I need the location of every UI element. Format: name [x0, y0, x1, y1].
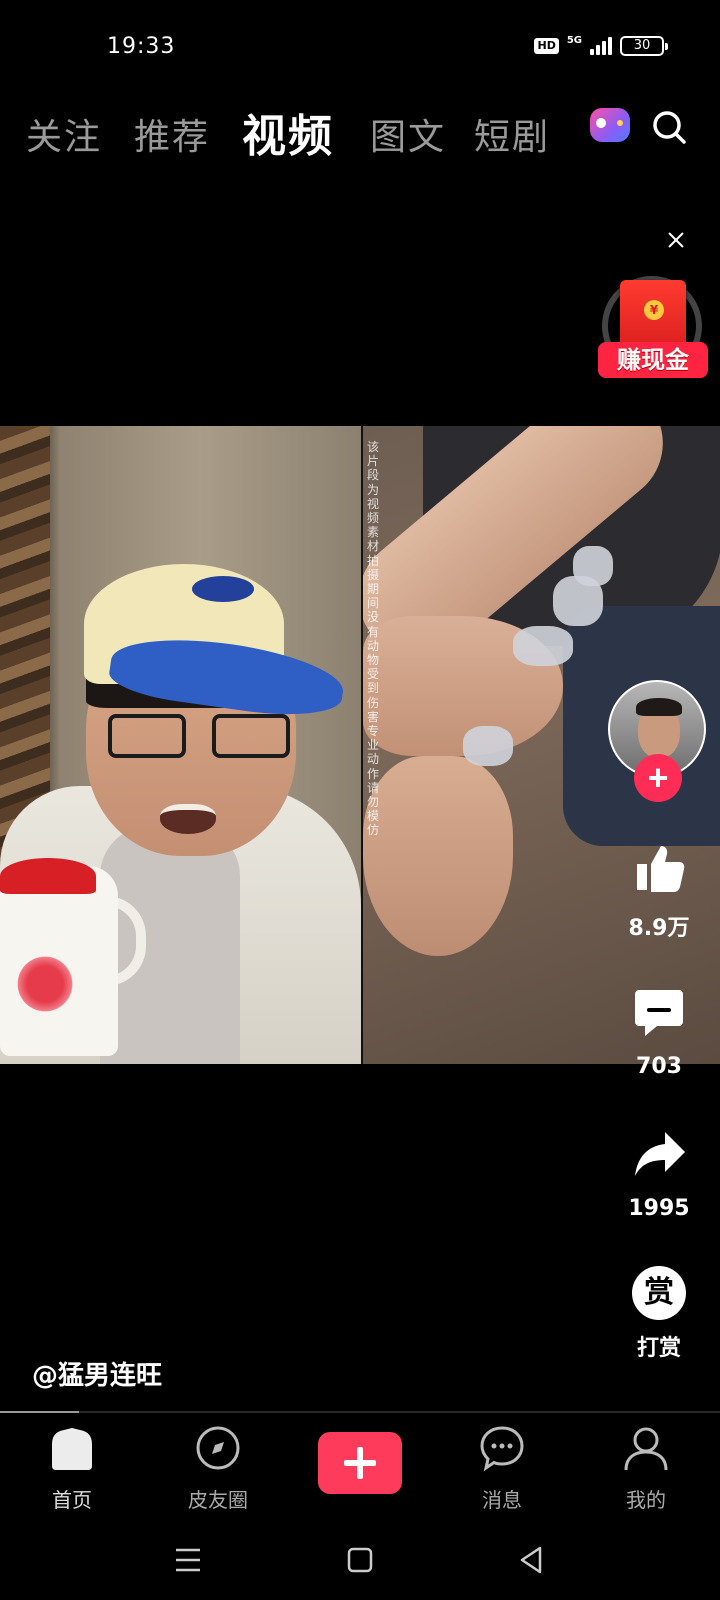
glasses [108, 714, 294, 758]
status-time: 19:33 [107, 34, 176, 59]
wax-blob [463, 726, 513, 766]
wax-blob [573, 546, 613, 586]
system-nav-bar [0, 1520, 720, 1600]
close-icon[interactable] [664, 228, 688, 252]
comment-count: 703 [636, 1054, 682, 1079]
message-bubble-icon [480, 1426, 524, 1472]
game-controller-icon[interactable] [590, 108, 630, 142]
nav-friends-circle[interactable]: 皮友圈 [158, 1424, 278, 1513]
search-icon[interactable] [652, 110, 686, 144]
status-indicators: HD 5G 30 [534, 34, 668, 56]
comment-bubble-icon [635, 990, 683, 1036]
tab-video[interactable]: 视频 [242, 100, 334, 164]
video-left-panel [0, 426, 361, 1064]
tip-button[interactable]: 赏 打赏 [612, 1266, 706, 1362]
earn-cash-widget[interactable]: ¥ 赚现金 [598, 274, 708, 384]
video-progress-bar[interactable] [0, 1411, 720, 1413]
cap-logo [192, 576, 254, 602]
follow-button[interactable]: + [634, 754, 682, 802]
tab-image-text[interactable]: 图文 [370, 108, 446, 160]
home-icon [52, 1428, 92, 1470]
nav-messages[interactable]: 消息 [442, 1424, 562, 1513]
compass-icon [196, 1426, 240, 1470]
tab-recommend[interactable]: 推荐 [134, 108, 210, 160]
nav-profile[interactable]: 我的 [586, 1424, 706, 1513]
share-button[interactable]: 1995 [612, 1126, 706, 1221]
battery-icon: 30 [620, 36, 668, 56]
hand-bottom [363, 756, 513, 956]
like-count: 8.9万 [628, 916, 690, 941]
status-bar: 19:33 HD 5G 30 [0, 0, 720, 80]
nav-home-label: 首页 [52, 1488, 92, 1512]
profile-icon [624, 1427, 668, 1471]
video-progress-fill [0, 1411, 80, 1413]
create-plus-button[interactable] [318, 1432, 402, 1494]
tip-icon: 赏 [632, 1266, 686, 1320]
nav-messages-label: 消息 [482, 1488, 522, 1512]
author-handle[interactable]: @猛男连旺 [32, 1355, 162, 1392]
like-button[interactable]: 8.9万 [612, 840, 706, 942]
nav-home[interactable]: 首页 [12, 1424, 132, 1513]
earn-cash-label: 赚现金 [598, 342, 708, 378]
network-type: 5G [566, 34, 582, 46]
hd-badge: HD [534, 38, 559, 54]
bottom-nav: 首页 皮友圈 消息 我的 [0, 1414, 720, 1514]
thumbs-up-icon [637, 846, 685, 892]
nav-friends-circle-label: 皮友圈 [188, 1488, 248, 1512]
tab-short-drama[interactable]: 短剧 [474, 108, 550, 160]
signal-icon [590, 37, 612, 55]
wax-blob [513, 626, 573, 666]
mug-lid [0, 858, 96, 894]
avatar-hair [636, 698, 682, 716]
mouth [160, 804, 216, 834]
mug-rose-pattern [10, 956, 80, 1012]
back-triangle-icon[interactable] [510, 1538, 554, 1582]
disclaimer-text: 该片段为视频素材 拍摄期间没有动物受到伤害 专业动作 请勿模仿 [367, 440, 380, 838]
menu-icon[interactable] [166, 1538, 210, 1582]
home-square-icon[interactable] [338, 1538, 382, 1582]
share-count: 1995 [628, 1196, 690, 1221]
nav-profile-label: 我的 [626, 1488, 666, 1512]
coin-icon: ¥ [644, 300, 664, 320]
share-arrow-icon [635, 1132, 685, 1176]
tip-label: 打赏 [636, 1336, 681, 1361]
tab-follow[interactable]: 关注 [26, 108, 102, 160]
comment-button[interactable]: 703 [612, 984, 706, 1079]
